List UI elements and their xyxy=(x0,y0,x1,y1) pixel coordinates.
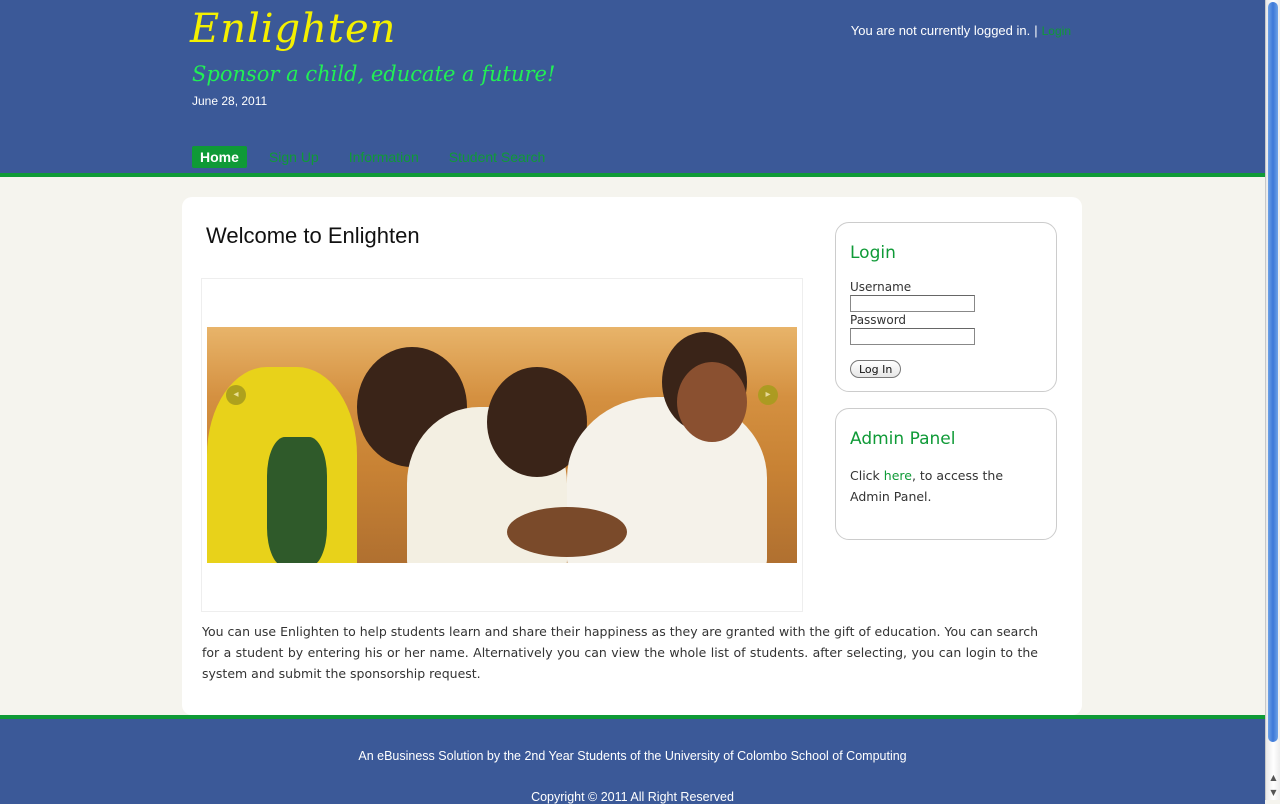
admin-panel-link[interactable]: here xyxy=(884,468,912,483)
scrollbar-thumb[interactable] xyxy=(1268,2,1278,742)
login-box-title: Login xyxy=(850,243,896,263)
nav-item-home[interactable]: Home xyxy=(192,146,247,168)
slider-next-icon[interactable]: ▸ xyxy=(758,385,778,405)
footer-copyright: Copyright © 2011 All Right Reserved xyxy=(531,790,734,804)
admin-panel-box: Admin Panel Click here, to access the Ad… xyxy=(835,408,1057,540)
admin-text-before: Click xyxy=(850,468,884,483)
scroll-down-icon[interactable]: ▼ xyxy=(1266,786,1280,800)
username-input[interactable] xyxy=(850,295,975,312)
nav-item-information[interactable]: Information xyxy=(341,146,427,168)
login-status-text: You are not currently logged in. xyxy=(850,23,1031,38)
password-label: Password xyxy=(850,313,907,327)
admin-panel-title: Admin Panel xyxy=(850,429,956,449)
page-title: Welcome to Enlighten xyxy=(206,223,420,248)
scroll-up-icon[interactable]: ▲ xyxy=(1266,771,1280,785)
login-box: Login Username Password Log In xyxy=(835,222,1057,392)
admin-panel-text: Click here, to access the Admin Panel. xyxy=(850,465,1040,507)
username-label: Username xyxy=(850,280,912,294)
header-login-link[interactable]: Login xyxy=(1042,24,1071,38)
site-title: Enlighten xyxy=(190,6,397,52)
nav-item-student-search[interactable]: Student Search xyxy=(441,146,554,168)
main-nav: Home Sign Up Information Student Search xyxy=(192,146,567,168)
student-hand xyxy=(507,507,627,557)
slider-prev-icon[interactable]: ◂ xyxy=(226,385,246,405)
vertical-scrollbar[interactable]: ▲ ▼ xyxy=(1265,0,1280,800)
site-footer: An eBusiness Solution by the 2nd Year St… xyxy=(0,715,1265,804)
log-in-button[interactable]: Log In xyxy=(850,360,902,378)
separator: | xyxy=(1034,23,1038,38)
site-header: Enlighten Sponsor a child, educate a fut… xyxy=(0,0,1265,177)
intro-paragraph: You can use Enlighten to help students l… xyxy=(202,624,1038,681)
nav-item-sign-up[interactable]: Sign Up xyxy=(261,146,327,168)
footer-credits: An eBusiness Solution by the 2nd Year St… xyxy=(358,749,907,763)
student-face-right xyxy=(677,362,747,442)
image-slider: ◂ ▸ xyxy=(201,278,803,612)
password-input[interactable] xyxy=(850,328,975,345)
site-tagline: Sponsor a child, educate a future! xyxy=(192,62,556,86)
main-content: Welcome to Enlighten ◂ ▸ You can use Enl… xyxy=(182,197,1082,715)
slider-photo xyxy=(207,327,797,563)
current-date: June 28, 2011 xyxy=(192,94,268,108)
shirt-collar xyxy=(267,437,327,563)
login-status: You are not currently logged in. | Login xyxy=(851,23,1071,38)
